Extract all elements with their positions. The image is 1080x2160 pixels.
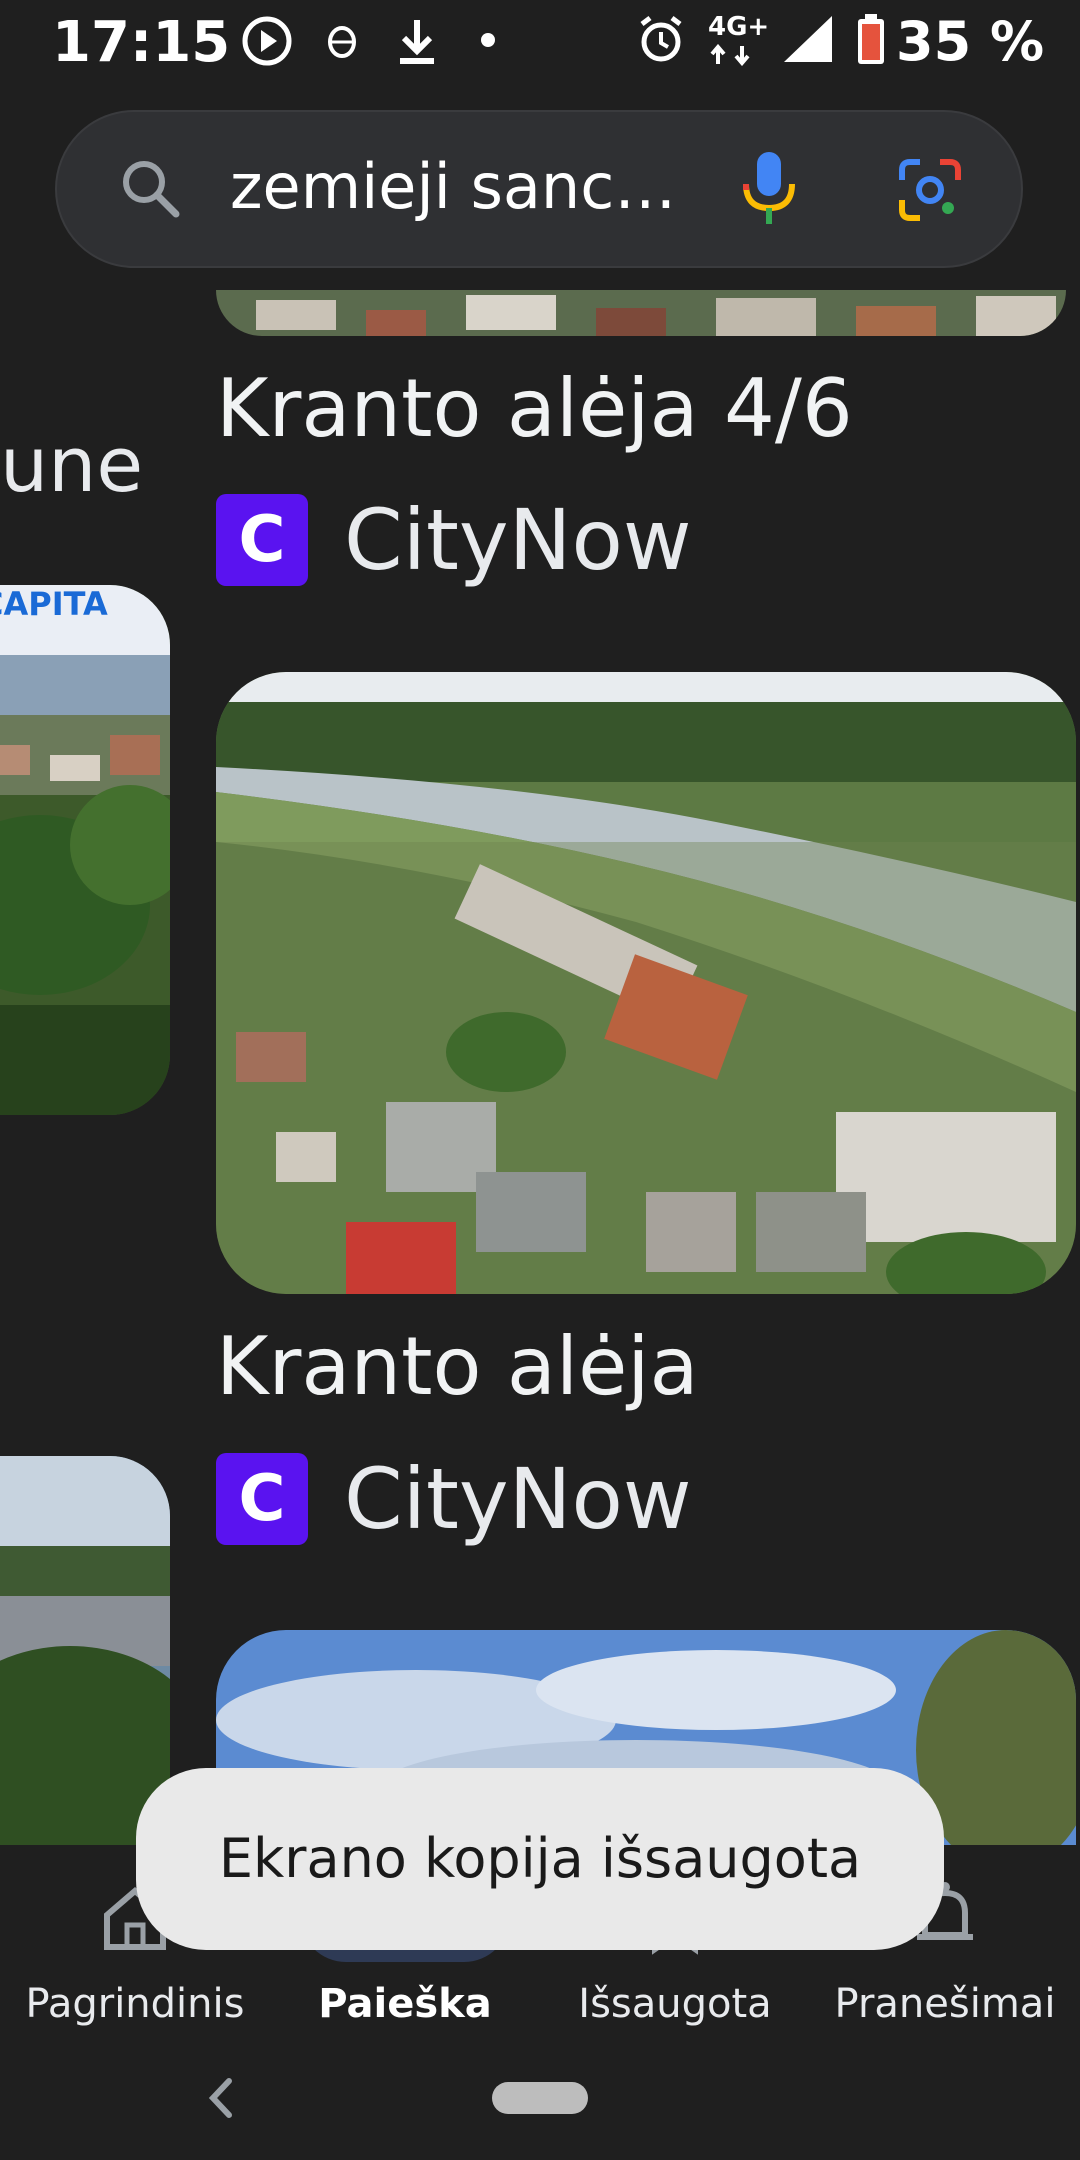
home-gesture-pill[interactable] <box>492 2082 588 2114</box>
play-circle-icon <box>242 16 292 66</box>
search-query[interactable]: zemieji sanc… <box>230 150 676 223</box>
toast-message: Ekrano kopija išsaugota <box>218 1827 862 1890</box>
download-icon <box>400 20 434 64</box>
result-source[interactable]: C CityNow <box>216 1453 916 1545</box>
source-name: CityNow <box>344 1450 692 1548</box>
nav-label: Paieška <box>318 1981 492 2027</box>
result-image[interactable] <box>216 672 1076 1294</box>
mic-icon[interactable] <box>740 150 798 228</box>
result-image-partial[interactable] <box>216 290 1066 336</box>
result-source[interactable]: C CityNow <box>216 494 916 586</box>
battery-percentage: 35 % <box>896 10 1045 73</box>
back-chevron-icon[interactable] <box>205 2075 235 2121</box>
result-title[interactable]: Kranto alėja <box>216 1320 699 1413</box>
lens-icon[interactable] <box>898 158 962 222</box>
battery-icon <box>858 14 884 64</box>
network-arrows-icon <box>710 44 750 66</box>
left-result-image-1[interactable]: CAPITA <box>0 585 170 1115</box>
alarm-icon <box>640 16 682 62</box>
cloud-bug-icon <box>328 26 356 58</box>
signal-icon <box>784 16 832 62</box>
aerial-photo-thumbnail <box>216 290 1066 336</box>
toast-notification: Ekrano kopija išsaugota <box>136 1768 944 1950</box>
status-time: 17:15 <box>52 10 231 75</box>
result-title[interactable]: Kranto alėja 4/6 <box>216 362 853 455</box>
network-type-label: 4G+ <box>708 12 770 42</box>
left-banner-text: CAPITA <box>0 585 108 623</box>
nav-label: Pagrindinis <box>25 1981 245 2027</box>
nav-label: Išsaugota <box>578 1981 772 2027</box>
source-logo: C <box>216 1453 308 1545</box>
source-name: CityNow <box>344 491 692 589</box>
aerial-photo-thumbnail <box>0 585 170 1115</box>
search-icon[interactable] <box>118 156 182 220</box>
aerial-photo-thumbnail <box>216 672 1076 1294</box>
left-result-title-partial[interactable]: une <box>0 420 143 509</box>
source-logo: C <box>216 494 308 586</box>
nav-label: Pranešimai <box>834 1981 1056 2027</box>
dot-icon <box>481 33 495 47</box>
status-bar: 17:15 4G+ 35 % <box>0 0 1080 90</box>
